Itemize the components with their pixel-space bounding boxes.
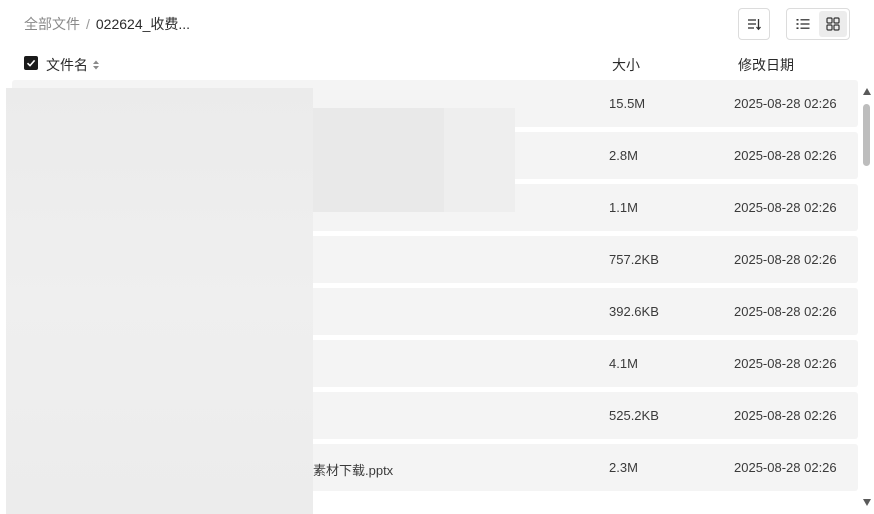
grid-view-icon <box>826 17 840 31</box>
checkmark-icon <box>26 59 36 67</box>
list-view-button[interactable] <box>789 11 817 37</box>
file-name[interactable]: 素材下载.pptx <box>313 460 393 479</box>
sort-icon <box>748 19 761 31</box>
grid-view-button[interactable] <box>819 11 847 37</box>
breadcrumb-separator: / <box>86 16 90 32</box>
breadcrumb-current: 022624_收费... <box>95 16 191 32</box>
file-size: 392.6KB <box>609 304 659 319</box>
file-date: 2025-08-28 02:26 <box>734 356 837 371</box>
file-date: 2025-08-28 02:26 <box>734 408 837 423</box>
file-date: 2025-08-28 02:26 <box>734 252 837 267</box>
file-size: 2.8M <box>609 148 638 163</box>
select-all-checkbox[interactable] <box>24 56 38 70</box>
file-size: 4.1M <box>609 356 638 371</box>
view-toolbar <box>738 8 850 40</box>
file-size: 2.3M <box>609 460 638 475</box>
file-date: 2025-08-28 02:26 <box>734 148 837 163</box>
file-table-header: 文件名 大小 修改日期 <box>24 52 860 76</box>
vertical-scrollbar[interactable] <box>860 84 874 514</box>
file-size: 1.1M <box>609 200 638 215</box>
file-date: 2025-08-28 02:26 <box>734 460 837 475</box>
file-size: 525.2KB <box>609 408 659 423</box>
file-date: 2025-08-28 02:26 <box>734 96 837 111</box>
sort-toggle-icon <box>93 60 99 70</box>
redaction-overlay <box>300 108 444 212</box>
name-column-header[interactable]: 文件名 <box>46 55 100 75</box>
scroll-down-arrow-icon[interactable] <box>863 499 871 506</box>
file-size: 15.5M <box>609 96 646 111</box>
sort-button[interactable] <box>738 8 770 40</box>
breadcrumb-root-link[interactable]: 全部文件 <box>24 14 80 34</box>
list-view-icon <box>796 19 810 29</box>
file-date: 2025-08-28 02:26 <box>734 200 837 215</box>
file-date: 2025-08-28 02:26 <box>734 304 837 319</box>
file-size: 757.2KB <box>609 252 659 267</box>
scroll-up-arrow-icon[interactable] <box>863 88 871 95</box>
size-column-header[interactable]: 大小 <box>612 55 640 75</box>
scrollbar-thumb[interactable] <box>863 104 870 166</box>
breadcrumb: 全部文件 / 022624_收费... <box>24 14 190 34</box>
date-column-header[interactable]: 修改日期 <box>738 55 794 75</box>
name-column-label: 文件名 <box>46 57 88 73</box>
view-toggle-group <box>786 8 850 40</box>
redaction-overlay <box>6 88 313 514</box>
